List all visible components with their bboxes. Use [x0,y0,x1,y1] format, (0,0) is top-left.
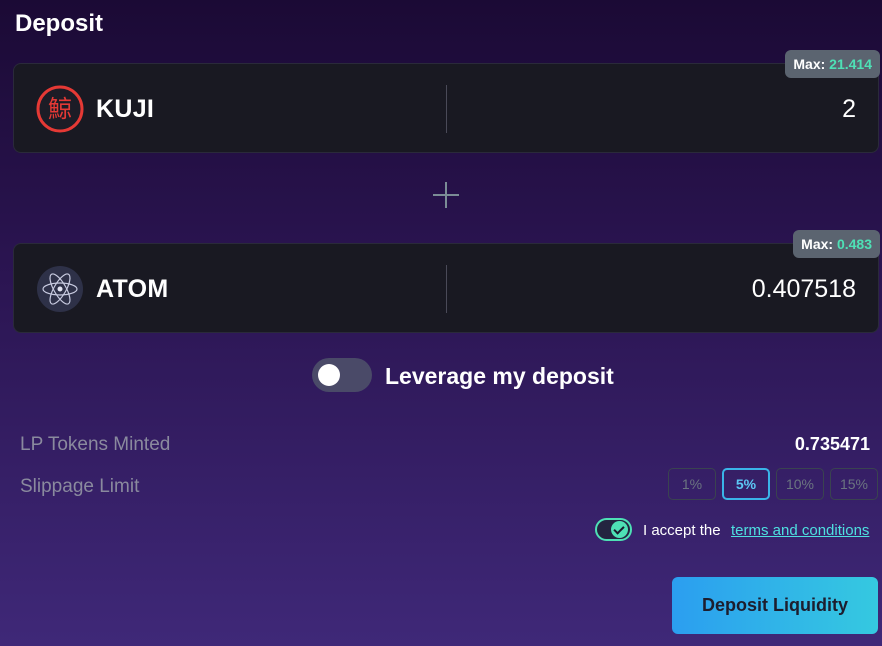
token-symbol: ATOM [96,275,169,303]
deposit-liquidity-button[interactable]: Deposit Liquidity [672,577,878,634]
page-title: Deposit [15,10,104,37]
leverage-toggle[interactable] [312,358,372,392]
slippage-option-10[interactable]: 10% [776,468,824,500]
slippage-option-5[interactable]: 5% [722,468,770,500]
max-value: 21.414 [829,56,872,72]
atom-amount-input[interactable]: 0.407518 [752,275,856,304]
toggle-knob [318,364,340,386]
slippage-label: Slippage Limit [20,476,140,497]
plus-icon [433,182,459,208]
slippage-option-15[interactable]: 15% [830,468,878,500]
lp-tokens-value: 0.735471 [794,434,870,454]
check-icon [611,521,628,538]
terms-checkbox[interactable] [595,518,632,541]
divider [446,85,447,133]
terms-link[interactable]: terms and conditions [731,522,869,539]
token-symbol: KUJI [96,95,155,123]
kuji-input-card: 鯨 KUJI 2 Max: 21.414 [13,50,880,153]
divider [446,265,447,313]
svg-text:鯨: 鯨 [48,95,72,123]
atom-logo-icon [37,266,83,312]
atom-max-button[interactable]: Max: 0.483 [793,230,880,258]
terms-prefix: I accept the [643,522,721,539]
kuji-amount-input[interactable]: 2 [842,95,856,124]
kuji-logo-icon: 鯨 [36,85,84,133]
slippage-options: 1% 5% 10% 15% [668,468,878,500]
lp-tokens-label: LP Tokens Minted [20,434,171,455]
max-label: Max: [793,56,826,72]
atom-input-card: ATOM 0.407518 Max: 0.483 [13,230,880,333]
max-value: 0.483 [836,236,872,252]
max-label: Max: [801,236,834,252]
kuji-max-button[interactable]: Max: 21.414 [785,50,880,78]
leverage-label: Leverage my deposit [385,363,614,389]
slippage-option-1[interactable]: 1% [668,468,716,500]
